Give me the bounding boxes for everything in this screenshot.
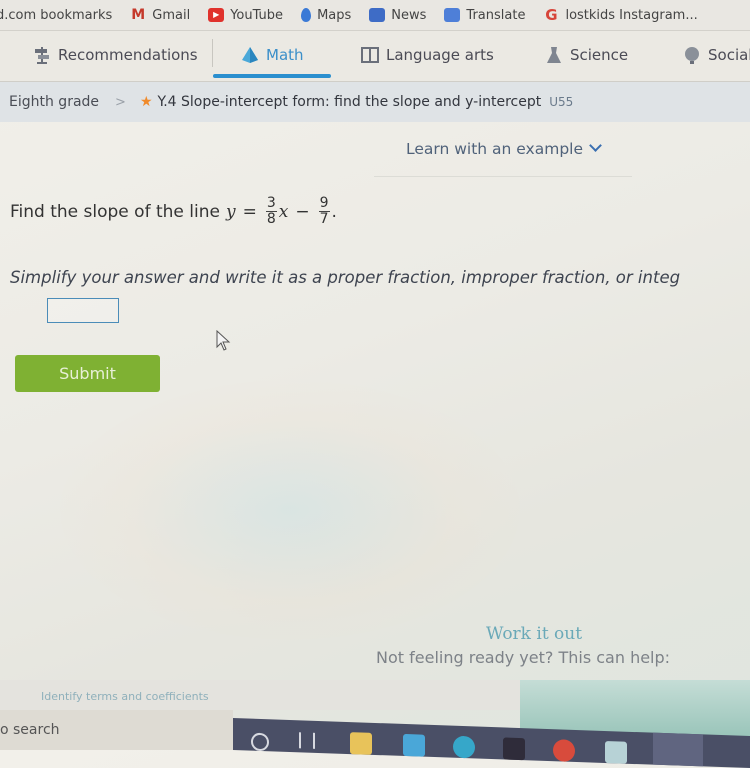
tab-language-arts[interactable]: Language arts	[360, 31, 494, 79]
tab-label: Recommendations	[58, 46, 198, 64]
fraction-denominator: 8	[266, 211, 276, 227]
bookmark-label: Translate	[466, 7, 526, 23]
breadcrumb: Eighth grade > ★ Y.4 Slope-intercept for…	[0, 82, 750, 122]
google-icon: G	[545, 6, 558, 24]
fraction-numerator: 9	[318, 195, 330, 212]
tab-math[interactable]: Math	[240, 31, 304, 79]
maps-pin-icon	[301, 8, 312, 22]
translate-icon	[444, 8, 461, 22]
app-icon[interactable]	[503, 737, 525, 761]
question-text: Find the slope of the line y = 3 8 x − 9…	[10, 196, 337, 227]
bookmark-label: Maps	[317, 7, 352, 23]
signpost-icon	[35, 47, 49, 64]
fraction-denominator: 7	[319, 211, 329, 227]
bookmark-youtube[interactable]: ▶ YouTube	[208, 8, 283, 23]
learn-with-example-toggle[interactable]: Learn with an example	[374, 139, 632, 177]
flask-icon	[547, 47, 561, 63]
bookmark-folder[interactable]: d.com bookmarks	[0, 8, 112, 23]
tab-label: Math	[266, 46, 304, 64]
news-icon	[369, 8, 386, 22]
pyramid-icon	[242, 47, 258, 63]
youtube-icon: ▶	[208, 8, 225, 22]
bookmark-news[interactable]: News	[369, 8, 426, 23]
answer-input[interactable]	[47, 298, 119, 323]
file-explorer-icon[interactable]	[350, 732, 372, 755]
bookmarks-bar: d.com bookmarks M Gmail ▶ YouTube Maps N…	[0, 0, 750, 30]
screen-glare	[60, 380, 520, 640]
instructions: Simplify your answer and write it as a p…	[10, 268, 681, 287]
tab-label: Science	[570, 46, 629, 64]
tab-recommendations[interactable]: Recommendations	[32, 31, 198, 79]
recommended-skill-link[interactable]: Identify terms and coefficients	[41, 690, 209, 703]
bookmark-translate[interactable]: Translate	[444, 8, 525, 23]
learn-with-example-label: Learn with an example	[405, 140, 584, 158]
cortana-icon[interactable]	[251, 732, 269, 752]
equals-sign: =	[242, 201, 257, 222]
edge-icon[interactable]	[453, 735, 475, 759]
bookmark-label: News	[391, 7, 427, 23]
submit-button[interactable]: Submit	[15, 355, 160, 392]
star-icon: ★	[139, 94, 153, 110]
gmail-icon: M	[131, 7, 146, 23]
fraction-intercept: 9 7	[318, 195, 330, 227]
bookmark-maps[interactable]: Maps	[301, 8, 351, 23]
task-view-icon[interactable]	[299, 732, 315, 749]
bookmark-label: Gmail	[152, 7, 191, 23]
mouse-cursor-icon	[216, 330, 231, 351]
bookmark-instagram[interactable]: G lostkids Instagram...	[543, 8, 697, 23]
minus-sign: −	[295, 201, 310, 222]
book-icon	[361, 47, 379, 63]
breadcrumb-separator: >	[115, 94, 126, 110]
store-icon[interactable]	[403, 733, 425, 757]
subject-nav: Recommendations Math Language arts Scien…	[0, 30, 750, 82]
var-y: y	[225, 201, 236, 222]
help-subtitle: Not feeling ready yet? This can help:	[376, 648, 671, 667]
taskbar-search-text: o search	[0, 722, 60, 738]
period: .	[331, 201, 337, 222]
bookmark-gmail[interactable]: M Gmail	[130, 8, 190, 23]
taskbar-search[interactable]: o search	[0, 710, 233, 750]
tab-label: Social	[708, 46, 750, 64]
tab-label: Language arts	[386, 46, 494, 64]
var-x: x	[278, 201, 289, 222]
fraction-slope: 3 8	[265, 195, 277, 227]
chrome-icon[interactable]	[553, 739, 575, 762]
work-it-out-heading: Work it out	[486, 624, 583, 644]
tab-divider	[212, 39, 213, 67]
fraction-numerator: 3	[265, 195, 277, 212]
breadcrumb-grade-link[interactable]: Eighth grade	[9, 94, 99, 110]
bookmark-label: lostkids Instagram...	[565, 7, 698, 23]
chevron-down-icon	[589, 139, 602, 152]
globe-icon	[685, 47, 699, 64]
tab-science[interactable]: Science	[544, 31, 628, 79]
question-prefix: Find the slope of the line	[10, 201, 220, 222]
skill-code: U55	[549, 95, 574, 109]
skill-title: Y.4 Slope-intercept form: find the slope…	[157, 94, 542, 110]
tab-social[interactable]: Social	[682, 31, 750, 79]
active-tab-indicator	[213, 74, 331, 78]
app-icon[interactable]	[605, 740, 627, 764]
bookmark-label: YouTube	[230, 7, 284, 23]
bookmark-label: d.com bookmarks	[0, 7, 113, 23]
